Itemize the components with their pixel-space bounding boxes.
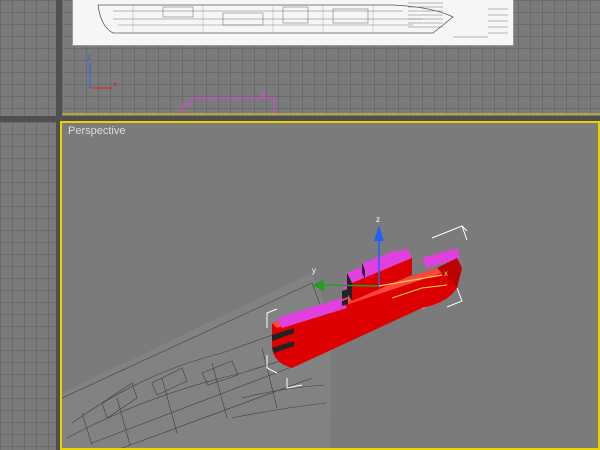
gizmo-x-label: x: [444, 269, 448, 278]
viewport-front[interactable]: z x: [62, 0, 600, 116]
axis-tripod: z x: [87, 53, 117, 89]
gizmo-y-axis[interactable]: [323, 284, 380, 287]
gizmo-z-arrow[interactable]: [374, 225, 384, 241]
ship-outline-front: [181, 93, 275, 116]
viewport-left[interactable]: [0, 122, 56, 450]
svg-text:z: z: [87, 53, 91, 62]
viewport-top-left[interactable]: [0, 0, 56, 116]
perspective-scene: z y x: [62, 215, 468, 448]
gizmo-y-label: y: [312, 266, 316, 275]
viewport-perspective[interactable]: Perspective z y x: [60, 121, 600, 450]
gizmo-z-label: z: [376, 215, 380, 224]
svg-text:x: x: [113, 80, 117, 89]
front-view-scene: z x: [62, 53, 600, 116]
